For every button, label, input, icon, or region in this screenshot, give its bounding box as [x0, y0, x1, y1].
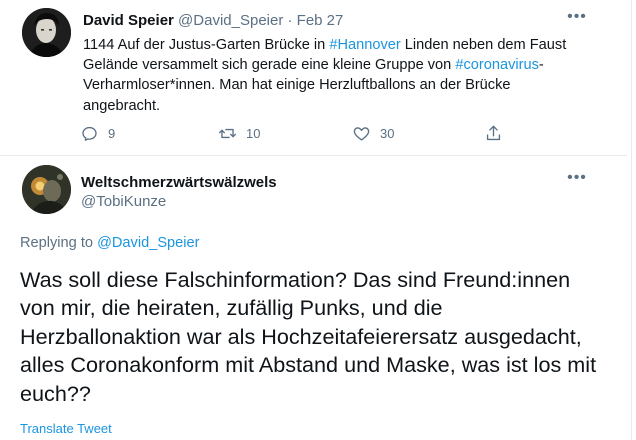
- author-name[interactable]: David Speier: [83, 12, 174, 29]
- reply-text: Was soll diese Falschinformation? Das si…: [20, 267, 597, 406]
- replying-to-handle[interactable]: @David_Speier: [97, 235, 199, 251]
- share-button[interactable]: [484, 122, 503, 144]
- retweet-icon: [218, 128, 237, 138]
- avatar[interactable]: [22, 165, 71, 214]
- avatar-image: [22, 165, 71, 214]
- avatar[interactable]: [22, 8, 71, 57]
- tweet-text: 1144 Auf der Justus-Garten Brücke in #Ha…: [83, 35, 583, 116]
- tweet-date[interactable]: Feb 27: [297, 12, 344, 29]
- reply-count: 9: [108, 125, 116, 141]
- like-count: 30: [380, 125, 395, 141]
- reply-author-name[interactable]: Weltschmerzwärtswälzwels: [81, 174, 277, 192]
- retweet-button[interactable]: 10: [218, 122, 260, 144]
- more-options-button[interactable]: •••: [566, 8, 588, 30]
- more-horizontal-icon: •••: [567, 169, 587, 186]
- more-horizontal-icon: •••: [567, 8, 587, 25]
- author-handle[interactable]: @David_Speier: [178, 12, 283, 29]
- heart-icon: [353, 126, 370, 141]
- translate-tweet-link[interactable]: Translate Tweet: [20, 421, 112, 437]
- reply-button[interactable]: 9: [80, 122, 115, 144]
- replying-to: Replying to @David_Speier: [20, 234, 200, 252]
- share-icon: [486, 125, 501, 140]
- header-separator: ·: [287, 12, 293, 29]
- like-button[interactable]: 30: [352, 122, 394, 144]
- tweet-header: David Speier @David_Speier · Feb 27: [83, 12, 343, 30]
- reply-icon: [82, 126, 97, 141]
- avatar-image: [22, 8, 71, 57]
- scrollbar-track[interactable]: [631, 0, 636, 440]
- tweet-parent[interactable]: David Speier @David_Speier · Feb 27 ••• …: [0, 0, 627, 156]
- reply-author-handle[interactable]: @TobiKunze: [81, 193, 166, 211]
- tweet-text-part: 1144 Auf der Justus-Garten Brücke in: [83, 37, 330, 53]
- replying-to-label: Replying to: [20, 235, 94, 251]
- hashtag-link[interactable]: #Hannover: [329, 37, 400, 53]
- hashtag-link[interactable]: #coronavirus: [455, 57, 539, 73]
- more-options-button[interactable]: •••: [566, 169, 588, 191]
- retweet-count: 10: [246, 125, 261, 141]
